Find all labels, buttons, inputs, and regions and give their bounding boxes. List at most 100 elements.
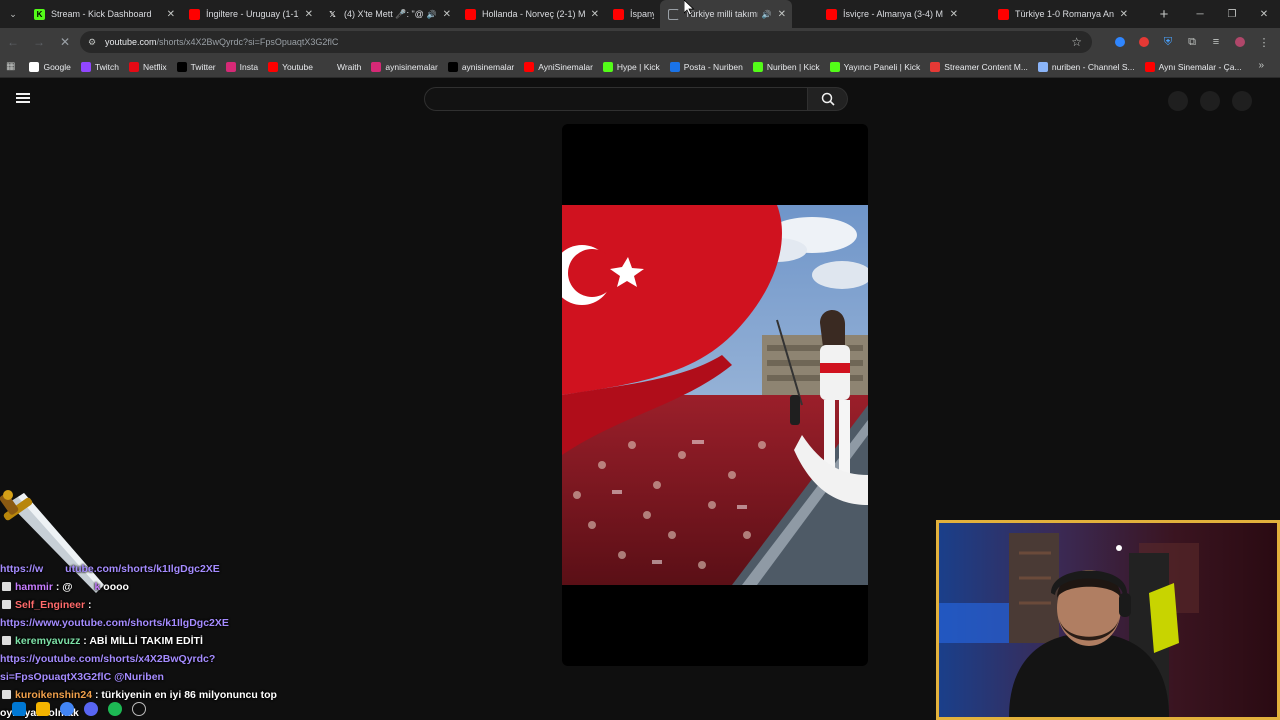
chat-link[interactable]: si=FpsOpuaqtX3G2flC @Nuriben xyxy=(0,671,164,683)
chat-badge-icon xyxy=(2,636,11,645)
bookmark-item[interactable]: Nuriben | Kick xyxy=(752,61,820,72)
close-icon[interactable]: ✕ xyxy=(950,9,958,20)
tab-active-shorts[interactable]: Türkiye milli takımı ya 🔊 ✕ xyxy=(660,0,792,28)
youtube-icon xyxy=(268,61,279,72)
chat-link[interactable]: utube.com/shorts/k1IlgDgc2XE xyxy=(65,563,220,575)
search-button[interactable] xyxy=(808,87,848,111)
mouse-cursor-icon xyxy=(684,0,695,16)
menu-icon[interactable] xyxy=(16,93,30,103)
youtube-icon xyxy=(524,61,535,72)
more-bookmarks-icon[interactable]: » xyxy=(1258,60,1264,71)
forward-icon[interactable]: → xyxy=(26,28,52,56)
bookmark-label: Youtube xyxy=(282,61,313,72)
tab-youtube-1[interactable]: İngiltere - Uruguay (1-1) M ✕ xyxy=(181,0,319,28)
chat-message: keremyavuzz : ABİ MİLLİ TAKIM EDİTİ xyxy=(0,632,330,650)
youtube-icon xyxy=(1144,61,1155,72)
screen: ⌄ K Stream - Kick Dashboard ✕ İngiltere … xyxy=(0,0,1280,720)
bookmark-item[interactable]: Yayıncı Paneli | Kick xyxy=(829,61,921,72)
chrome-icon[interactable] xyxy=(60,701,74,716)
speaker-icon[interactable]: 🔊 xyxy=(427,10,437,19)
mail-icon xyxy=(669,61,680,72)
chat-link[interactable]: https://youtube.com/shorts/x4X2BwQyrdc? xyxy=(0,653,215,665)
bookmark-label: AyniSinemalar xyxy=(538,61,593,72)
bookmark-label: Insta xyxy=(239,61,259,72)
bookmark-label: Nuriben | Kick xyxy=(766,61,820,72)
placeholder-icon xyxy=(1168,91,1188,111)
bookmark-item[interactable]: Insta xyxy=(225,61,259,72)
tab-youtube-3[interactable]: İspanya xyxy=(605,0,660,28)
address-bar[interactable]: ⚙ youtube.com/shorts/x4X2BwQyrdc?si=FpsO… xyxy=(80,31,1092,53)
close-icon[interactable]: ✕ xyxy=(167,9,175,20)
site-info-icon[interactable]: ⚙ xyxy=(88,37,98,47)
youtube-icon xyxy=(613,8,624,20)
tab-youtube-2[interactable]: Hollanda - Norveç (2-1) M ✕ xyxy=(457,0,605,28)
tab-title: Türkiye 1-0 Romanya Ana xyxy=(1015,9,1114,19)
bookmark-item[interactable]: Aynı Sinemalar - Ça... xyxy=(1144,61,1242,72)
puzzle-icon[interactable]: ⧉ xyxy=(1182,32,1202,52)
tab-youtube-4[interactable]: İsviçre - Almanya (3-4) M ✕ xyxy=(792,0,964,28)
tab-youtube-5[interactable]: Türkiye 1-0 Romanya Ana ✕ xyxy=(964,0,1134,28)
close-icon[interactable]: ✕ xyxy=(305,9,313,20)
bookmark-item[interactable]: aynisinemalar xyxy=(371,61,438,72)
media-controls-icon[interactable]: ≡ xyxy=(1206,32,1226,52)
close-icon[interactable]: ✕ xyxy=(778,9,786,20)
bookmark-item[interactable]: Netflix xyxy=(128,61,167,72)
minimize-icon[interactable]: ─ xyxy=(1184,0,1216,28)
tab-title: İngiltere - Uruguay (1-1) M xyxy=(206,9,299,19)
instagram-icon xyxy=(225,61,236,72)
chat-link[interactable]: https://www.youtube.com/shorts/k1IlgDgc2… xyxy=(0,617,229,629)
bookmark-label: Posta - Nuriben xyxy=(683,61,743,72)
bookmark-item[interactable]: AyniSinemalar xyxy=(524,61,593,72)
header-placeholders xyxy=(1168,91,1252,111)
search-input[interactable] xyxy=(424,87,808,111)
bookmark-label: Hype | Kick xyxy=(616,61,660,72)
bookmark-item[interactable]: Wraith xyxy=(322,61,361,72)
obs-icon[interactable] xyxy=(132,701,146,716)
placeholder-icon xyxy=(1200,91,1220,111)
stop-loading-icon[interactable]: ✕ xyxy=(52,28,78,56)
youtube-icon xyxy=(189,8,200,20)
bookmark-item[interactable]: aynisinemalar xyxy=(447,61,514,72)
restore-icon[interactable]: ❐ xyxy=(1216,0,1248,28)
more-menu-icon[interactable]: ⋮ xyxy=(1254,32,1274,52)
bookmark-item[interactable]: Google xyxy=(29,61,71,72)
shorts-video-player[interactable] xyxy=(562,124,868,666)
extension-blue-icon[interactable] xyxy=(1110,32,1130,52)
speaker-icon[interactable]: 🔊 xyxy=(762,10,772,19)
bookmark-item[interactable]: Streamer Content M... xyxy=(930,61,1028,72)
bookmark-item[interactable]: nuriben - Channel S... xyxy=(1037,61,1135,72)
bookmark-item[interactable]: Twitch xyxy=(80,61,119,72)
close-icon[interactable]: ✕ xyxy=(591,9,599,20)
shield-icon[interactable]: ⛨ xyxy=(1158,32,1178,52)
extension-red-icon[interactable] xyxy=(1134,32,1154,52)
windows-icon[interactable] xyxy=(12,701,26,716)
bookmark-item[interactable]: Hype | Kick xyxy=(602,61,660,72)
kick-icon xyxy=(752,61,763,72)
bookmark-item[interactable]: Twitter xyxy=(176,61,216,72)
browser-toolbar: ← → ✕ ⚙ youtube.com/shorts/x4X2BwQyrdc?s… xyxy=(0,28,1280,56)
placeholder-icon xyxy=(1232,91,1252,111)
bookmark-item[interactable]: Posta - Nuriben xyxy=(669,61,743,72)
close-icon[interactable]: ✕ xyxy=(1120,9,1128,20)
tab-x-post[interactable]: 𝕏 (4) X'te Mett 🎤: "@A 🔊 ✕ xyxy=(319,0,457,28)
bookmark-star-icon[interactable]: ☆ xyxy=(1071,35,1082,49)
bookmark-label: Yayıncı Paneli | Kick xyxy=(843,61,921,72)
bookmark-label: nuriben - Channel S... xyxy=(1051,61,1135,72)
back-icon[interactable]: ← xyxy=(0,28,26,56)
browser-tab-strip: ⌄ K Stream - Kick Dashboard ✕ İngiltere … xyxy=(0,0,1280,28)
close-window-icon[interactable]: ✕ xyxy=(1248,0,1280,28)
new-tab-button[interactable]: + xyxy=(1150,0,1178,28)
folder-icon[interactable] xyxy=(36,701,50,716)
discord-icon[interactable] xyxy=(84,701,98,716)
spotify-icon[interactable] xyxy=(108,701,122,716)
chat-message: si=FpsOpuaqtX3G2flC @Nuriben xyxy=(0,668,330,686)
youtube-icon xyxy=(465,8,476,20)
tab-search-button[interactable]: ⌄ xyxy=(0,0,26,28)
bookmark-item[interactable]: Youtube xyxy=(268,61,313,72)
tab-kick-dashboard[interactable]: K Stream - Kick Dashboard ✕ xyxy=(26,0,181,28)
bookmark-label: Aynı Sinemalar - Ça... xyxy=(1158,61,1242,72)
chat-link[interactable]: https://w xyxy=(0,563,43,575)
apps-grid-icon[interactable]: ▦ xyxy=(6,61,15,72)
profile-icon[interactable] xyxy=(1230,32,1250,52)
close-icon[interactable]: ✕ xyxy=(443,9,451,20)
